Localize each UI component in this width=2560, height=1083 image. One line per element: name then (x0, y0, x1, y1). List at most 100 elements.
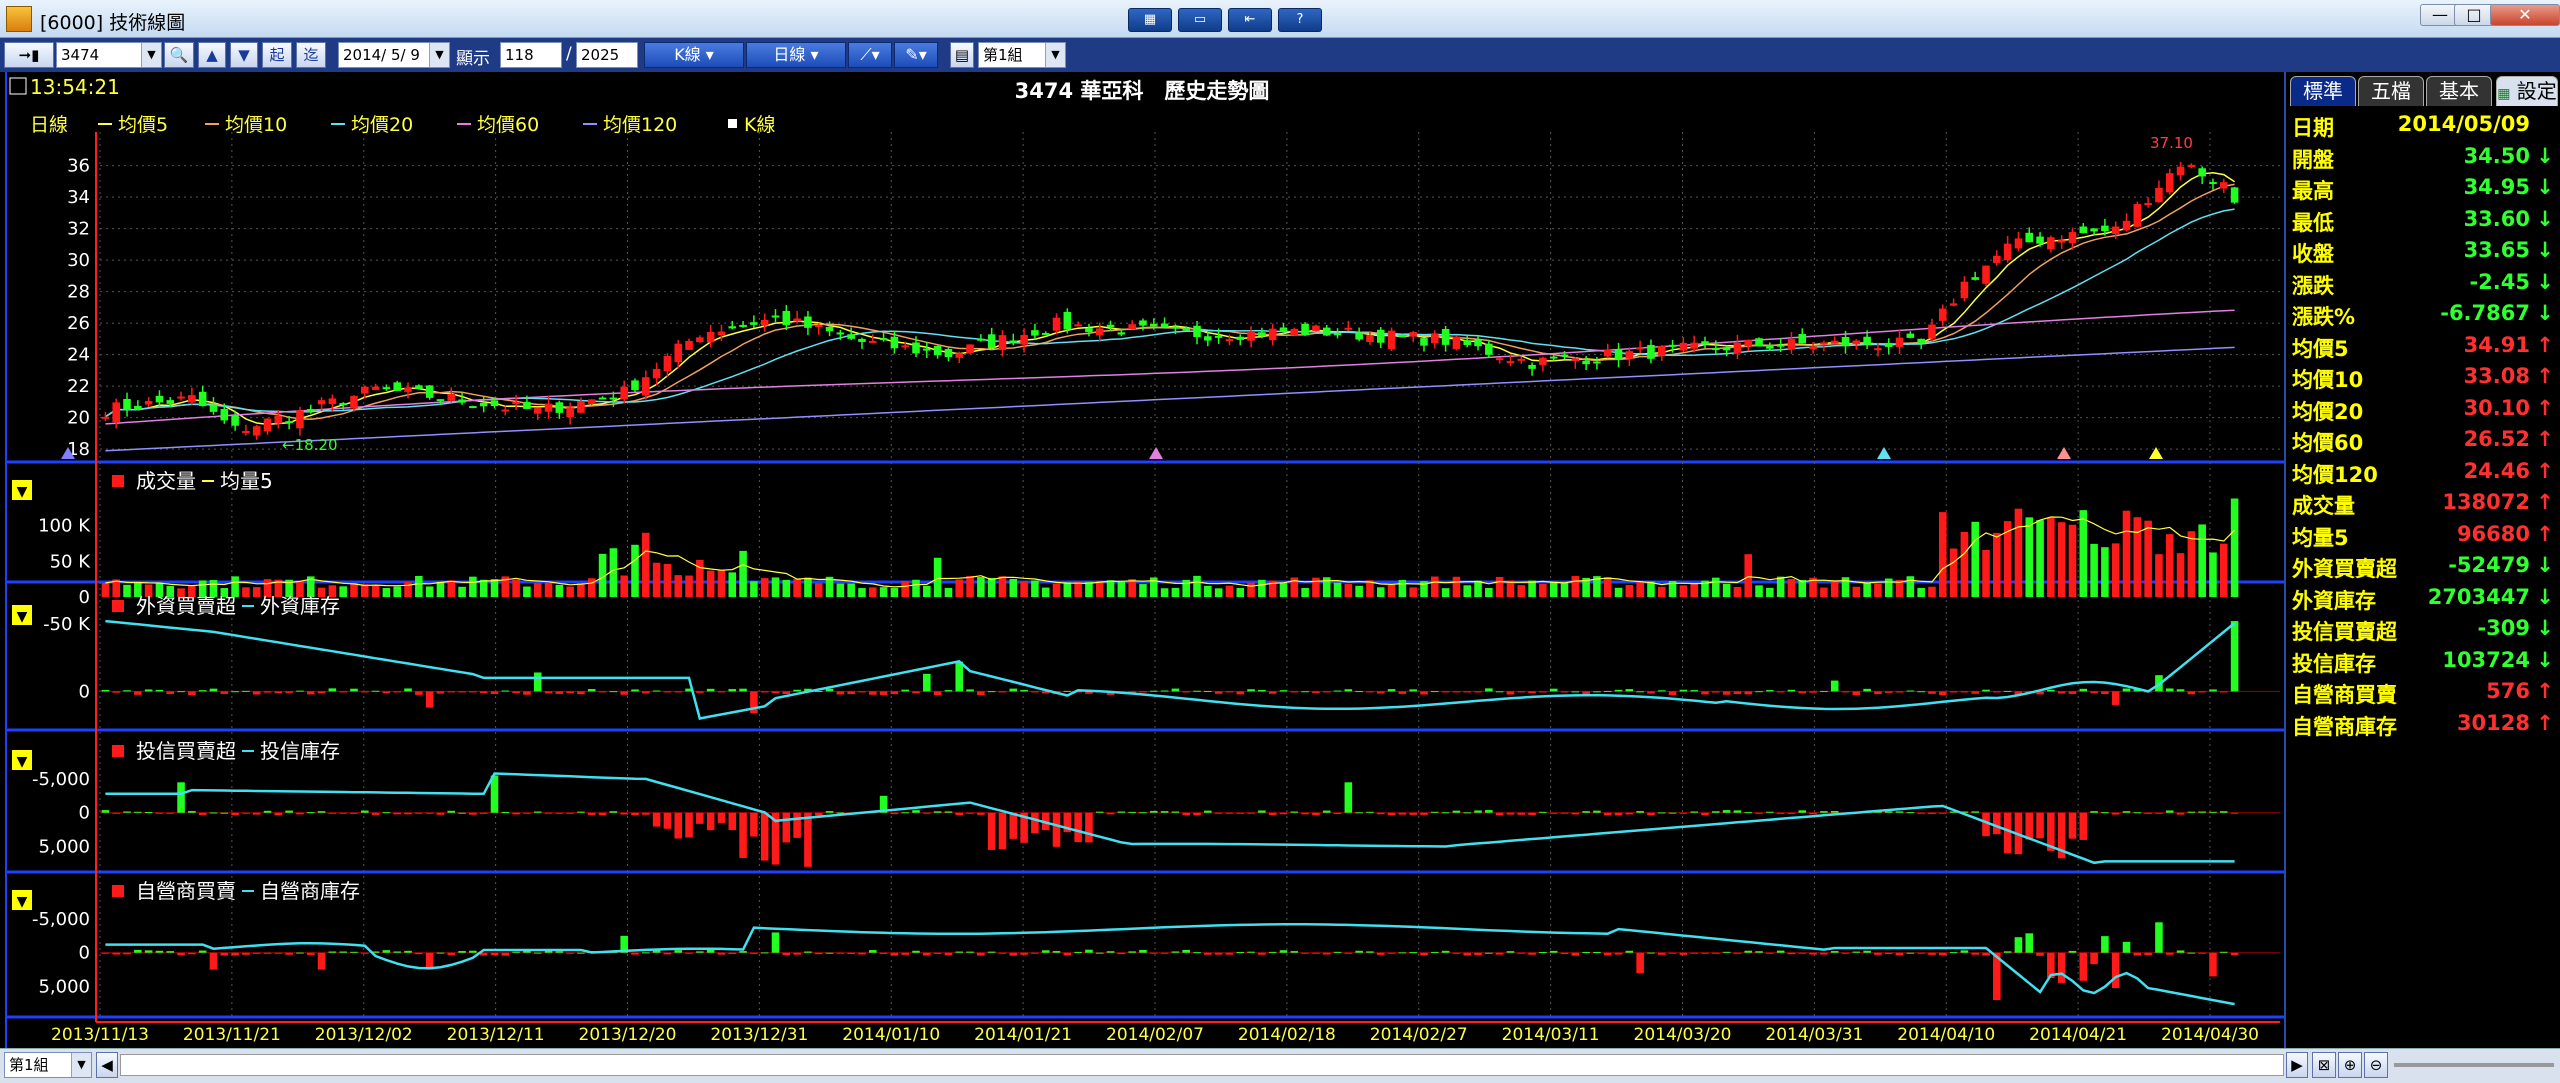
quote-label: 投信庫存 (2292, 651, 2376, 676)
trust-bar (750, 812, 758, 837)
volume-bar (1787, 579, 1796, 597)
tab-five-levels[interactable]: 五檔 (2358, 76, 2424, 106)
chevron-down-icon[interactable]: ▼ (1045, 43, 1065, 67)
price-tick-label: 32 (67, 219, 90, 240)
down-arrow-icon[interactable]: ▼ (230, 42, 258, 68)
arrow-down-icon: ↓ (2536, 269, 2554, 294)
tab-standard[interactable]: 標準 (2290, 76, 2356, 106)
help-icon[interactable]: ? (1278, 8, 1322, 32)
settings-button[interactable]: ▦ 設定 (2496, 76, 2558, 106)
group-select[interactable]: 第1組 ▼ (978, 42, 1066, 68)
candle-body (1128, 324, 1136, 330)
zoom-in-icon[interactable]: ⊕ (2338, 1052, 2362, 1078)
trust-bar (2209, 811, 2217, 813)
volume-bar (1690, 583, 1698, 597)
candle-body (328, 398, 337, 405)
dealer-bar (1139, 949, 1147, 953)
trust-bar (2144, 812, 2152, 814)
quote-label: 漲跌 (2292, 273, 2334, 298)
dealer-bar (274, 952, 283, 954)
zoom-out-icon[interactable]: ⊖ (2364, 1052, 2388, 1078)
volume-bar (361, 584, 369, 597)
trust-bar (1095, 811, 1104, 813)
foreign-bar (771, 691, 780, 694)
candle-body (544, 403, 553, 412)
scroll-left-icon[interactable]: ◀ (96, 1052, 118, 1078)
candle-body (1063, 311, 1072, 330)
quote-row-15: 外資庫存 2703447 ↓ (2292, 585, 2554, 615)
chart-svg[interactable]: 2013/11/13 2013/11/21 2013/12/02 2013/12/11… (0, 72, 2284, 1052)
quote-label: 均價120 (2292, 462, 2378, 487)
volume-bar (1766, 587, 1774, 597)
period-select[interactable]: 日線 ▾ (746, 42, 846, 68)
candle-body (523, 401, 531, 409)
tab-basic[interactable]: 基本 (2426, 76, 2492, 106)
volume-bar (490, 579, 499, 597)
dealer-bar (750, 952, 758, 954)
trust-bar (1150, 810, 1158, 813)
trust-bar (220, 812, 229, 814)
link-arrow-icon[interactable]: ➞▮ (4, 42, 54, 68)
trust-bar (2068, 812, 2077, 839)
maximize-button[interactable]: □ (2454, 4, 2494, 26)
chevron-down-icon[interactable]: ▼ (71, 1053, 91, 1077)
volume-bar (1279, 583, 1288, 597)
dealer-bar (209, 952, 218, 970)
kline-select[interactable]: K線 ▾ (644, 42, 744, 68)
start-button[interactable]: 起 (262, 42, 292, 68)
date-input[interactable]: 2014/ 5/ 9 ▼ (338, 42, 450, 68)
quote-row-0: 日期 2014/05/09 (2292, 112, 2554, 142)
volume-bar (1733, 586, 1742, 597)
dealer-bar (1041, 950, 1050, 953)
chevron-down-icon[interactable]: ▼ (141, 43, 161, 67)
candle-body (847, 334, 855, 339)
status-group-select[interactable]: 第1組 ▼ (4, 1052, 92, 1078)
dealer-bar (663, 952, 672, 955)
foreign-bar (134, 691, 142, 695)
horizontal-scrollbar[interactable] (120, 1054, 2284, 1076)
foreign-bar (2057, 691, 2066, 694)
chart-area[interactable]: 2013/11/13 2013/11/21 2013/12/02 2013/12/11… (0, 72, 2284, 1052)
trust-bar (1993, 812, 2001, 835)
volume-bar (555, 584, 564, 597)
draw-tool-icon[interactable]: ✎▾ (894, 42, 938, 68)
dealer-bar (1420, 952, 1428, 956)
foreign-bar (977, 691, 985, 695)
volume-bar (350, 583, 358, 597)
trust-bar (242, 812, 250, 814)
volume-bar (760, 578, 769, 597)
panel-legend-label: 外資庫存 (260, 594, 340, 618)
end-button[interactable]: 迄 (296, 42, 326, 68)
dealer-bar (1971, 952, 1979, 955)
volume-bar (663, 564, 672, 597)
show-count-input[interactable]: 118 (500, 42, 562, 68)
line-tool-icon[interactable]: ⟋▾ (848, 42, 892, 68)
scroll-right-icon[interactable]: ▶ (2286, 1052, 2308, 1078)
volume-bar (1301, 587, 1309, 597)
candle-body (1009, 340, 1018, 343)
dealer-bar (1539, 952, 1547, 954)
layout-icon[interactable]: ▦ (1128, 8, 1172, 32)
dealer-bar (2144, 952, 2152, 956)
grid-icon[interactable]: ▤ (950, 42, 974, 68)
foreign-bar (620, 691, 628, 695)
zoom-fit-icon[interactable]: ⊠ (2312, 1052, 2336, 1078)
minimize-icon[interactable]: ⇤ (1228, 8, 1272, 32)
up-arrow-icon[interactable]: ▲ (198, 42, 226, 68)
volume-bar (2176, 553, 2185, 597)
zoom-slider[interactable] (2394, 1063, 2554, 1067)
volume-bar (1312, 577, 1320, 597)
close-button[interactable]: ✕ (2490, 4, 2560, 26)
candle-body (1312, 325, 1320, 331)
trust-bar (436, 812, 445, 815)
chevron-down-icon[interactable]: ▼ (429, 43, 449, 67)
stock-code-input[interactable]: 3474 ▼ (56, 42, 162, 68)
search-icon[interactable]: 🔍 (164, 42, 194, 68)
volume-bar (512, 579, 520, 597)
window-icon[interactable]: ▭ (1178, 8, 1222, 32)
dealer-bar (1647, 952, 1655, 954)
dealer-bar (1279, 950, 1288, 953)
trust-bar (209, 812, 218, 814)
candle-body (1841, 337, 1850, 347)
candle-body (317, 400, 326, 405)
